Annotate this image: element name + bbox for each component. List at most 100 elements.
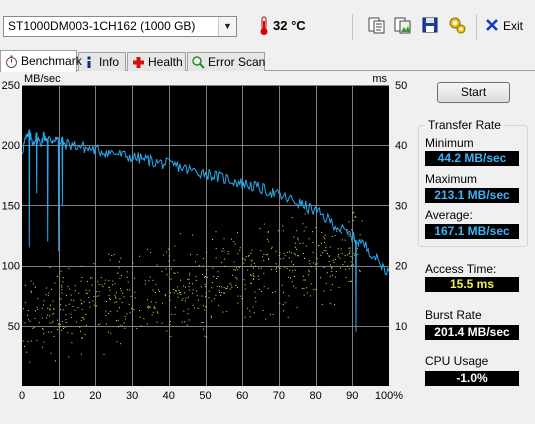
drive-select[interactable]: ST1000DM003-1CH162 (1000 GB) ▼ <box>3 16 237 37</box>
access-time-point <box>80 330 81 332</box>
access-time-point <box>121 325 123 327</box>
access-time-point <box>80 280 82 282</box>
access-time-point <box>326 272 328 274</box>
access-time-point <box>344 239 346 241</box>
access-time-point <box>59 298 61 300</box>
access-time-point <box>121 302 123 303</box>
access-time-point <box>297 237 299 239</box>
access-time-point <box>252 273 254 275</box>
access-time-point <box>125 318 127 320</box>
access-time-point <box>222 311 224 313</box>
access-time-point <box>188 289 190 291</box>
access-time-point <box>226 288 228 289</box>
access-time-point <box>53 308 55 310</box>
access-time-point <box>190 254 191 256</box>
access-time-point <box>27 310 29 311</box>
access-time-point <box>134 291 136 293</box>
tab-benchmark[interactable]: Benchmark <box>0 50 82 72</box>
access-time-point <box>323 267 325 268</box>
access-time-point <box>329 302 331 304</box>
access-time-point <box>68 268 70 270</box>
access-time-point <box>344 255 346 257</box>
start-button[interactable]: Start <box>437 82 510 103</box>
tab-health[interactable]: Health <box>127 52 186 71</box>
access-time-point <box>83 318 85 320</box>
access-time-point <box>341 239 343 241</box>
cpu-usage-label: CPU Usage <box>425 354 489 368</box>
access-time-point <box>131 307 132 309</box>
access-time-point <box>350 261 352 263</box>
access-time-point <box>78 292 80 294</box>
access-time-point <box>233 261 235 263</box>
access-time-point <box>262 256 264 258</box>
access-time-point <box>153 306 155 308</box>
save-icon[interactable] <box>420 15 440 35</box>
access-time-point <box>220 292 222 294</box>
access-time-point <box>187 308 189 310</box>
options-icon[interactable] <box>447 15 467 35</box>
access-time-point <box>242 258 244 260</box>
access-time-point <box>302 275 304 277</box>
access-time-point <box>295 287 297 289</box>
access-time-point <box>337 248 339 250</box>
access-time-point <box>169 323 171 325</box>
access-time-point <box>185 297 187 299</box>
access-time-point <box>155 283 157 285</box>
access-time-point <box>62 309 64 311</box>
access-time-point <box>254 297 256 299</box>
access-time-point <box>180 233 182 235</box>
access-time-point <box>37 309 39 310</box>
access-time-point <box>306 287 308 289</box>
access-time-point <box>80 299 82 301</box>
access-time-point <box>223 250 225 252</box>
access-time-point <box>51 288 53 290</box>
access-time-point <box>303 288 305 290</box>
access-time-point <box>251 259 253 261</box>
access-time-point <box>139 310 140 311</box>
access-time-point <box>183 310 185 312</box>
access-time-point <box>80 353 82 355</box>
access-time-point <box>42 328 44 330</box>
access-time-point <box>60 304 62 306</box>
access-time-point <box>229 282 231 284</box>
copy-image-icon[interactable] <box>393 15 413 35</box>
access-time-point <box>333 262 335 263</box>
access-time-point <box>263 223 265 225</box>
access-time-point <box>49 308 51 310</box>
access-time-point <box>126 289 128 291</box>
access-time-point <box>146 248 148 250</box>
access-time-point <box>98 324 99 326</box>
access-time-point <box>284 266 286 268</box>
access-time-point <box>108 287 110 289</box>
access-time-point <box>197 299 199 301</box>
access-time-point <box>123 296 125 298</box>
access-time-point <box>211 300 213 302</box>
access-time-point <box>151 314 153 316</box>
tab-info[interactable]: Info <box>78 52 126 71</box>
access-time-point <box>126 313 128 315</box>
tab-error-scan[interactable]: Error Scan <box>187 52 265 71</box>
access-time-point <box>105 314 107 316</box>
access-time-point <box>334 276 336 278</box>
access-time-point <box>320 254 322 256</box>
copy-text-icon[interactable] <box>367 15 387 35</box>
access-time-point <box>211 287 213 289</box>
access-time-point <box>134 297 136 299</box>
access-time-point <box>345 268 347 270</box>
access-time-point <box>29 320 31 322</box>
access-time-point <box>231 286 233 288</box>
x-axis-tick-label: 70 <box>273 390 285 402</box>
access-time-point <box>52 320 54 322</box>
access-time-point <box>221 250 223 252</box>
access-time-point <box>184 292 186 294</box>
access-time-point <box>187 296 189 298</box>
chevron-down-icon[interactable]: ▼ <box>218 17 236 36</box>
access-time-point <box>123 322 125 324</box>
access-time-point <box>109 298 110 300</box>
access-time-point <box>195 261 196 263</box>
access-time-point <box>351 264 352 266</box>
access-time-point <box>296 248 298 250</box>
access-time-point <box>258 267 260 269</box>
access-time-point <box>291 217 293 219</box>
access-time-point <box>103 353 105 355</box>
